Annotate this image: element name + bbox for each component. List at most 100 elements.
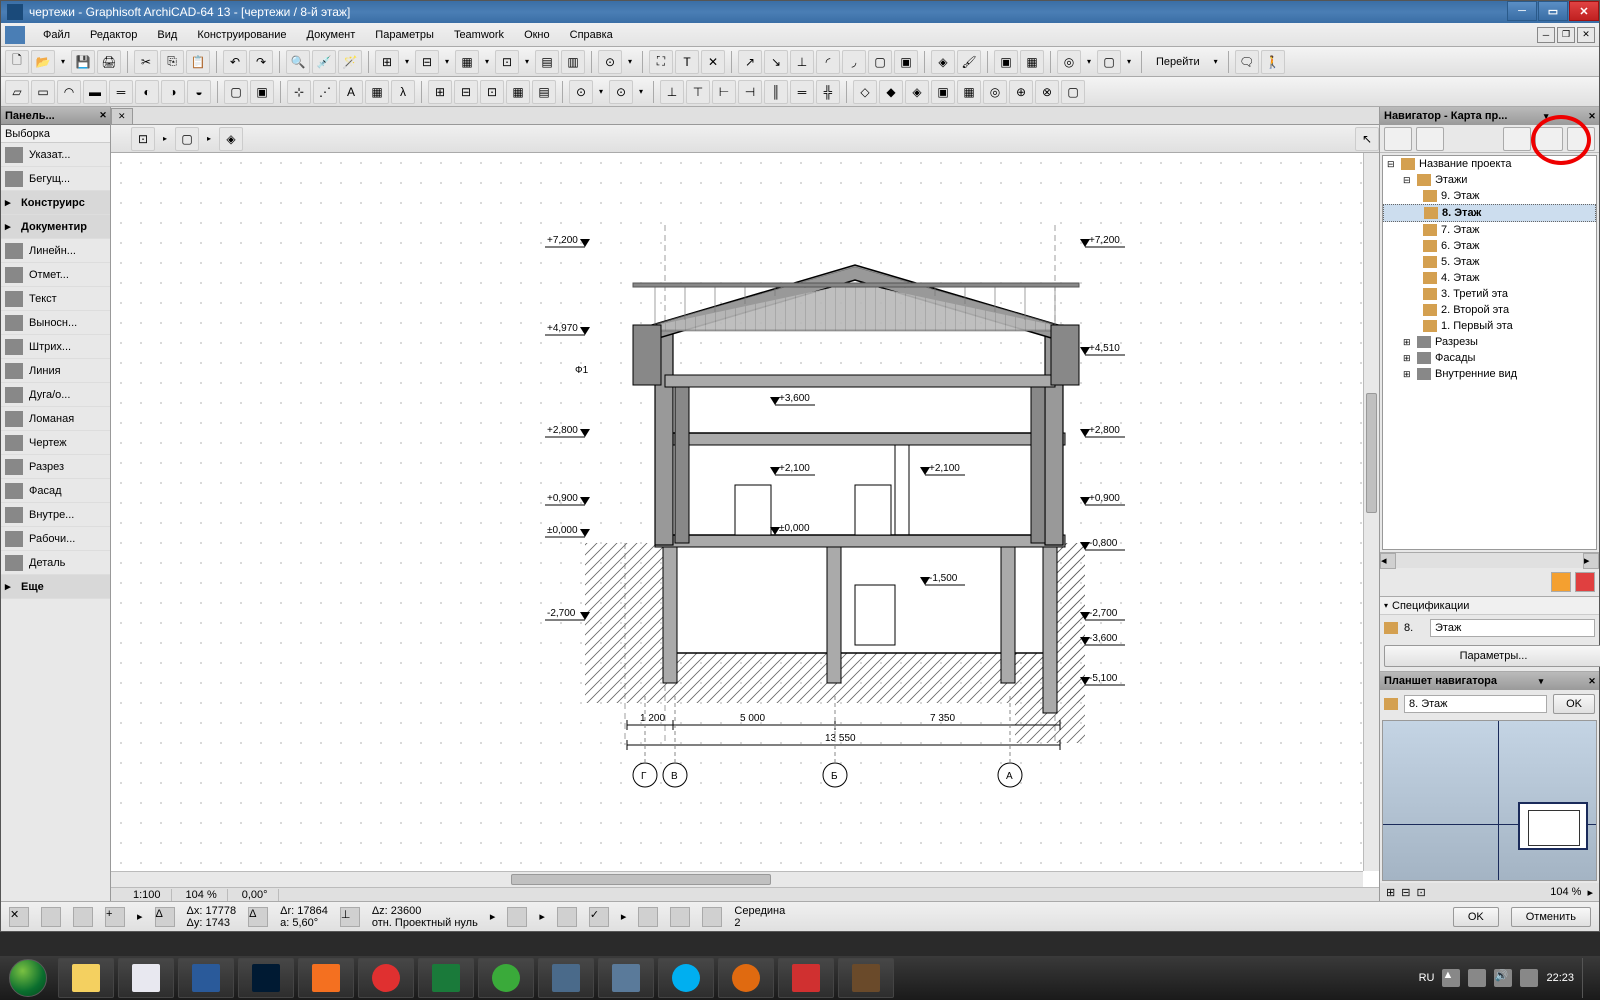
tb2-d[interactable]: ▬ (83, 80, 107, 104)
tree-floors-group[interactable]: ⊟ Этажи (1383, 172, 1596, 188)
tool-item-1[interactable]: Бегущ... (1, 167, 110, 191)
nav-tab-layout[interactable] (1503, 127, 1531, 151)
tb2-af[interactable]: ◈ (905, 80, 929, 104)
tb2-n[interactable]: ▦ (365, 80, 389, 104)
tool-t[interactable]: ◎ (1057, 50, 1081, 74)
navigator-dropdown-icon[interactable]: ▾ (1539, 109, 1553, 123)
task-app1[interactable] (538, 958, 594, 998)
tool-item-11[interactable]: Ломаная (1, 407, 110, 431)
preview-close-icon[interactable]: ✕ (1585, 674, 1599, 688)
tb2-g[interactable]: ◑ (161, 80, 185, 104)
delete-icon[interactable]: ✕ (701, 50, 725, 74)
status-close-icon[interactable]: ✕ (9, 907, 29, 927)
menu-help[interactable]: Справка (560, 25, 623, 45)
preview-ok-button[interactable]: OK (1553, 694, 1595, 714)
action-delete-icon[interactable] (1575, 572, 1595, 592)
task-archicad[interactable] (178, 958, 234, 998)
tb2-q[interactable]: ⊟ (454, 80, 478, 104)
tb2-z[interactable]: ⊣ (738, 80, 762, 104)
task-firefox[interactable] (718, 958, 774, 998)
status-snap-b-icon[interactable] (557, 907, 577, 927)
zoom-icon[interactable]: 🔍 (286, 50, 310, 74)
mdi-restore[interactable]: ❐ (1557, 27, 1575, 43)
undo-icon[interactable]: ↶ (223, 50, 247, 74)
tray-app-icon[interactable] (1520, 969, 1538, 987)
status-grid-a-icon[interactable] (41, 907, 61, 927)
action-new-icon[interactable] (1551, 572, 1571, 592)
tb2-aj[interactable]: ⊕ (1009, 80, 1033, 104)
wand-icon[interactable]: 🪄 (338, 50, 362, 74)
maximize-button[interactable]: ▭ (1538, 1, 1568, 21)
preview-input[interactable]: 8. Этаж (1404, 695, 1547, 713)
tree-floor-3[interactable]: 6. Этаж (1383, 238, 1596, 254)
tree-interior-views[interactable]: ⊞ Внутренние вид (1383, 366, 1596, 382)
tool-item-8[interactable]: Штрих... (1, 335, 110, 359)
save-icon[interactable]: 💾 (71, 50, 95, 74)
tool-item-5[interactable]: Отмет... (1, 263, 110, 287)
status-grid-b-icon[interactable] (73, 907, 93, 927)
tb2-u[interactable]: ⊙ (569, 80, 593, 104)
menu-document[interactable]: Документ (297, 25, 366, 45)
tray-clock[interactable]: 22:23 (1546, 972, 1574, 984)
menu-params[interactable]: Параметры (365, 25, 444, 45)
minimize-button[interactable]: ─ (1507, 1, 1537, 21)
tool-item-7[interactable]: Выносн... (1, 311, 110, 335)
spec-header[interactable]: ▾ Спецификации (1380, 597, 1599, 615)
tree-floor-6[interactable]: 3. Третий эта (1383, 286, 1596, 302)
menu-construct[interactable]: Конструирование (187, 25, 296, 45)
tb2-v[interactable]: ⊙ (609, 80, 633, 104)
tool-p[interactable]: ▣ (894, 50, 918, 74)
preview-dropdown-icon[interactable]: ▾ (1534, 674, 1548, 688)
paste-icon[interactable]: 📋 (186, 50, 210, 74)
tool-h[interactable]: ⛶ (649, 50, 673, 74)
status-snap-e-icon[interactable] (702, 907, 722, 927)
tree-floor-2[interactable]: 7. Этаж (1383, 222, 1596, 238)
tb2-w[interactable]: ⊥ (660, 80, 684, 104)
nav-tab-last[interactable] (1567, 127, 1595, 151)
tb2-e[interactable]: ═ (109, 80, 133, 104)
print-icon[interactable]: 🖨 (97, 50, 121, 74)
tb2-s[interactable]: ▦ (506, 80, 530, 104)
canvas-vertical-scrollbar[interactable] (1363, 153, 1379, 871)
tool-item-0[interactable]: Указат... (1, 143, 110, 167)
nav-tab-publish[interactable] (1535, 127, 1563, 151)
tool-item-16[interactable]: Рабочи... (1, 527, 110, 551)
tool-item-14[interactable]: Фасад (1, 479, 110, 503)
status-snap-d-icon[interactable] (670, 907, 690, 927)
tool-f[interactable]: ▥ (561, 50, 585, 74)
tool-item-3[interactable]: ▸Документир (1, 215, 110, 239)
tool-m[interactable]: ◜ (816, 50, 840, 74)
tray-network-icon[interactable] (1468, 969, 1486, 987)
eyedropper-icon[interactable]: 💉 (312, 50, 336, 74)
tb2-aa[interactable]: ║ (764, 80, 788, 104)
task-green[interactable] (478, 958, 534, 998)
tool-k[interactable]: ↘ (764, 50, 788, 74)
tool-d[interactable]: ⊡ (495, 50, 519, 74)
tool-r[interactable]: ▣ (994, 50, 1018, 74)
tb2-ae[interactable]: ◆ (879, 80, 903, 104)
mdi-minimize[interactable]: ─ (1537, 27, 1555, 43)
tool-o[interactable]: ▢ (868, 50, 892, 74)
task-pdf[interactable] (778, 958, 834, 998)
tool-item-6[interactable]: Текст (1, 287, 110, 311)
status-cancel-button[interactable]: Отменить (1511, 907, 1591, 927)
cursor-icon[interactable]: ↖ (1355, 127, 1379, 151)
tb2-a[interactable]: ▱ (5, 80, 29, 104)
person-icon[interactable]: 🗨 (1235, 50, 1259, 74)
copy-icon[interactable]: ⎘ (160, 50, 184, 74)
status-z-icon[interactable]: ⊥ (340, 907, 360, 927)
tree-floor-7[interactable]: 2. Второй эта (1383, 302, 1596, 318)
mdi-close[interactable]: ✕ (1577, 27, 1595, 43)
menu-editor[interactable]: Редактор (80, 25, 147, 45)
goto-label[interactable]: Перейти (1148, 56, 1208, 68)
tb2-y[interactable]: ⊢ (712, 80, 736, 104)
tb2-b[interactable]: ▭ (31, 80, 55, 104)
status-check-icon[interactable]: ✓ (589, 907, 609, 927)
status-ok-button[interactable]: OK (1453, 907, 1499, 927)
tool-item-18[interactable]: ▸Еще (1, 575, 110, 599)
task-opera[interactable] (358, 958, 414, 998)
tree-floor-5[interactable]: 4. Этаж (1383, 270, 1596, 286)
tool-item-9[interactable]: Линия (1, 359, 110, 383)
tb2-l[interactable]: ⋰ (313, 80, 337, 104)
tb2-al[interactable]: ▢ (1061, 80, 1085, 104)
